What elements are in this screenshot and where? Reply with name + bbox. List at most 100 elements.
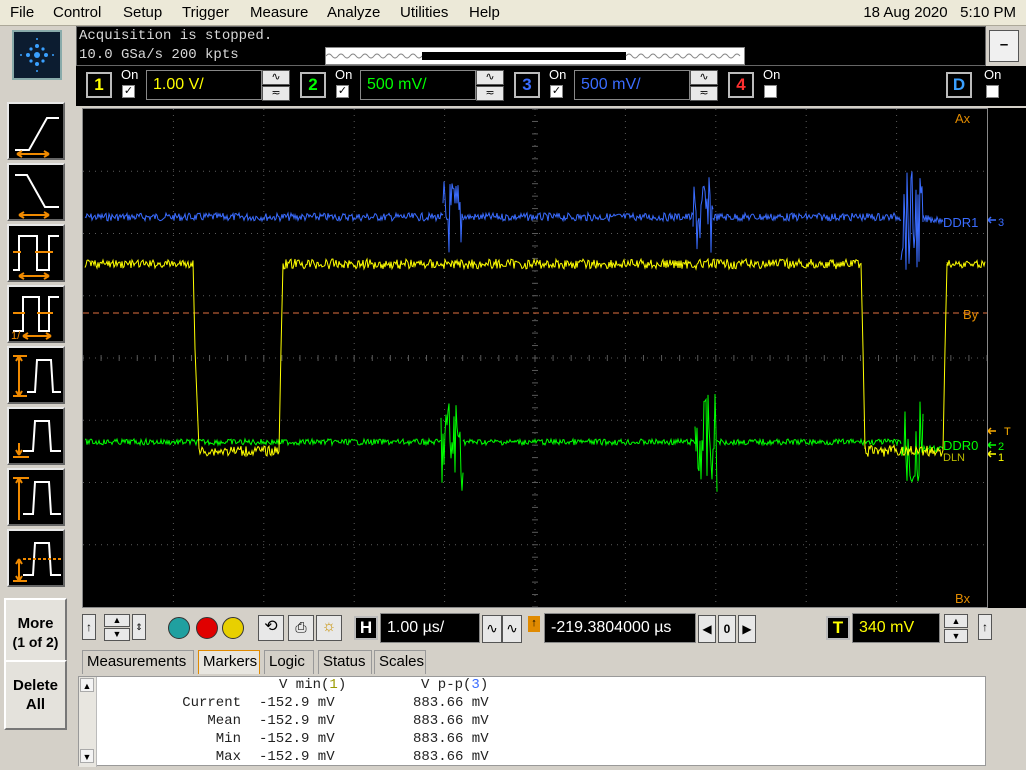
- row-label-max: Max: [215, 749, 241, 765]
- channel-1-dc-coupling-button[interactable]: ≂: [262, 86, 290, 101]
- timebase-fine-button[interactable]: ∿: [502, 615, 522, 643]
- dln-label: DLN: [943, 452, 965, 464]
- vmin-header-text: V min(: [279, 677, 330, 693]
- delete-sub-label: All: [25, 696, 46, 713]
- waveform-display[interactable]: Ax By Bx DDR1 DDR0 DLN: [82, 108, 988, 608]
- vpp-button[interactable]: [7, 346, 65, 404]
- frequency-button[interactable]: 1/: [7, 285, 65, 343]
- menu-utilities[interactable]: Utilities: [400, 4, 448, 21]
- channel-3-ac-coupling-button[interactable]: ∿: [690, 70, 718, 85]
- channel-4-on-label: On: [763, 67, 781, 82]
- scroll-up-icon[interactable]: ↑: [82, 614, 96, 640]
- vpp-channel-ref: 3: [471, 677, 480, 693]
- trigger-level-field[interactable]: 340 mV: [852, 613, 940, 643]
- single-button[interactable]: [222, 617, 244, 639]
- tab-status[interactable]: Status: [318, 650, 372, 674]
- scale-toggle-button[interactable]: ⇕: [132, 614, 146, 640]
- zoom-out-button[interactable]: ▼: [104, 628, 130, 641]
- fall-time-button[interactable]: [7, 163, 65, 221]
- tab-logic[interactable]: Logic: [264, 650, 314, 674]
- max-vpp-value: 883.66 mV: [413, 749, 489, 765]
- current-vpp-value: 883.66 mV: [413, 695, 489, 711]
- channel-4-on-checkbox[interactable]: [764, 85, 777, 98]
- vmin-channel-ref: 1: [329, 677, 338, 693]
- channel-3-button[interactable]: 3: [514, 72, 540, 98]
- minimize-button[interactable]: –: [989, 30, 1019, 62]
- delay-right-button[interactable]: ▶: [738, 615, 756, 643]
- channel-2-offset-marker-icon[interactable]: [987, 441, 996, 449]
- menu-help[interactable]: Help: [469, 4, 500, 21]
- scroll-up-arrow-icon[interactable]: ▲: [80, 678, 94, 692]
- channel-3-dc-coupling-button[interactable]: ≂: [690, 86, 718, 101]
- brand-logo-icon[interactable]: [12, 30, 62, 80]
- trigger-level-up-button[interactable]: ▲: [944, 614, 968, 628]
- channel-1-button[interactable]: 1: [86, 72, 112, 98]
- more-button[interactable]: More (1 of 2): [4, 598, 67, 668]
- scroll-down-arrow-icon[interactable]: ▼: [80, 749, 94, 763]
- tab-measurements[interactable]: Measurements: [82, 650, 194, 674]
- menu-trigger[interactable]: Trigger: [182, 4, 229, 21]
- digital-on-checkbox[interactable]: [986, 85, 999, 98]
- tab-markers[interactable]: Markers: [198, 650, 260, 674]
- channel-2-dc-coupling-button[interactable]: ≂: [476, 86, 504, 101]
- channel-3-on-checkbox[interactable]: ✓: [550, 85, 563, 98]
- svg-text:1/: 1/: [11, 330, 21, 341]
- menu-file[interactable]: File: [10, 4, 34, 21]
- delete-all-button[interactable]: Delete All: [4, 660, 67, 730]
- channel-2-scale[interactable]: 500 mV/: [360, 70, 476, 100]
- channel-1-offset-marker-icon[interactable]: [987, 450, 996, 458]
- period-button[interactable]: [7, 224, 65, 282]
- display-brightness-icon[interactable]: ☼: [316, 615, 342, 641]
- vmin-button[interactable]: [7, 407, 65, 465]
- column-header-vmin: V min(1): [279, 677, 346, 693]
- tab-scales[interactable]: Scales: [374, 650, 426, 674]
- channel-1-scale[interactable]: 1.00 V/: [146, 70, 262, 100]
- channel-2-on-checkbox[interactable]: ✓: [336, 85, 349, 98]
- timebase-field[interactable]: 1.00 µs/: [380, 613, 480, 643]
- rise-time-button[interactable]: [7, 102, 65, 160]
- trigger-level-marker-icon[interactable]: [987, 427, 996, 435]
- memory-bar[interactable]: [325, 47, 745, 65]
- measurements-scrollbar[interactable]: ▲ ▼: [79, 677, 97, 767]
- ddr1-label: DDR1: [943, 215, 978, 230]
- run-button[interactable]: [168, 617, 190, 639]
- channel-2-button[interactable]: 2: [300, 72, 326, 98]
- horizontal-button[interactable]: H: [354, 616, 378, 640]
- menu-setup[interactable]: Setup: [123, 4, 162, 21]
- timebase-ac-button[interactable]: ∿: [482, 615, 502, 643]
- channel-2-ac-coupling-button[interactable]: ∿: [476, 70, 504, 85]
- marker-ax-label: Ax: [955, 111, 971, 126]
- time-text: 5:10 PM: [960, 4, 1016, 21]
- digital-channel-button[interactable]: D: [946, 72, 972, 98]
- trigger-button[interactable]: T: [826, 616, 850, 640]
- channel-1-on-checkbox[interactable]: ✓: [122, 85, 135, 98]
- acquisition-state-text: Acquisition is stopped.: [79, 28, 273, 44]
- print-icon[interactable]: ⎙: [288, 615, 314, 641]
- menu-control[interactable]: Control: [53, 4, 101, 21]
- menu-analyze[interactable]: Analyze: [327, 4, 380, 21]
- menu-bar: File Control Setup Trigger Measure Analy…: [0, 0, 1026, 26]
- delay-zero-button[interactable]: 0: [718, 615, 736, 643]
- more-page-label: (1 of 2): [12, 634, 59, 650]
- row-label-min: Min: [215, 731, 241, 747]
- channel-4-button[interactable]: 4: [728, 72, 754, 98]
- menu-measure[interactable]: Measure: [250, 4, 308, 21]
- channel-3-offset-marker-icon[interactable]: [987, 216, 996, 224]
- measurement-toolbar: 1/ More (1 of 2) Delete All: [0, 98, 70, 770]
- trigger-level-down-button[interactable]: ▼: [944, 629, 968, 643]
- channel-1-ac-coupling-button[interactable]: ∿: [262, 70, 290, 85]
- autoscale-icon[interactable]: ⟲: [258, 615, 284, 641]
- delay-field[interactable]: -219.3804000 µs: [544, 613, 696, 643]
- zoom-in-button[interactable]: ▲: [104, 614, 130, 627]
- mean-vpp-value: 883.66 mV: [413, 713, 489, 729]
- measurements-panel: ▲ ▼ V min(1) V p-p(3) Current -152.9 mV …: [78, 676, 986, 767]
- max-vmin-value: -152.9 mV: [259, 749, 335, 765]
- vmax-button[interactable]: [7, 468, 65, 526]
- channel-3-trace: [84, 171, 944, 270]
- stop-button[interactable]: [196, 617, 218, 639]
- channel-3-scale[interactable]: 500 mV/: [574, 70, 690, 100]
- trigger-scroll-icon[interactable]: ↑: [978, 614, 992, 640]
- vavg-button[interactable]: [7, 529, 65, 587]
- trigger-marker-label: T: [1004, 426, 1011, 438]
- delay-left-button[interactable]: ◀: [698, 615, 716, 643]
